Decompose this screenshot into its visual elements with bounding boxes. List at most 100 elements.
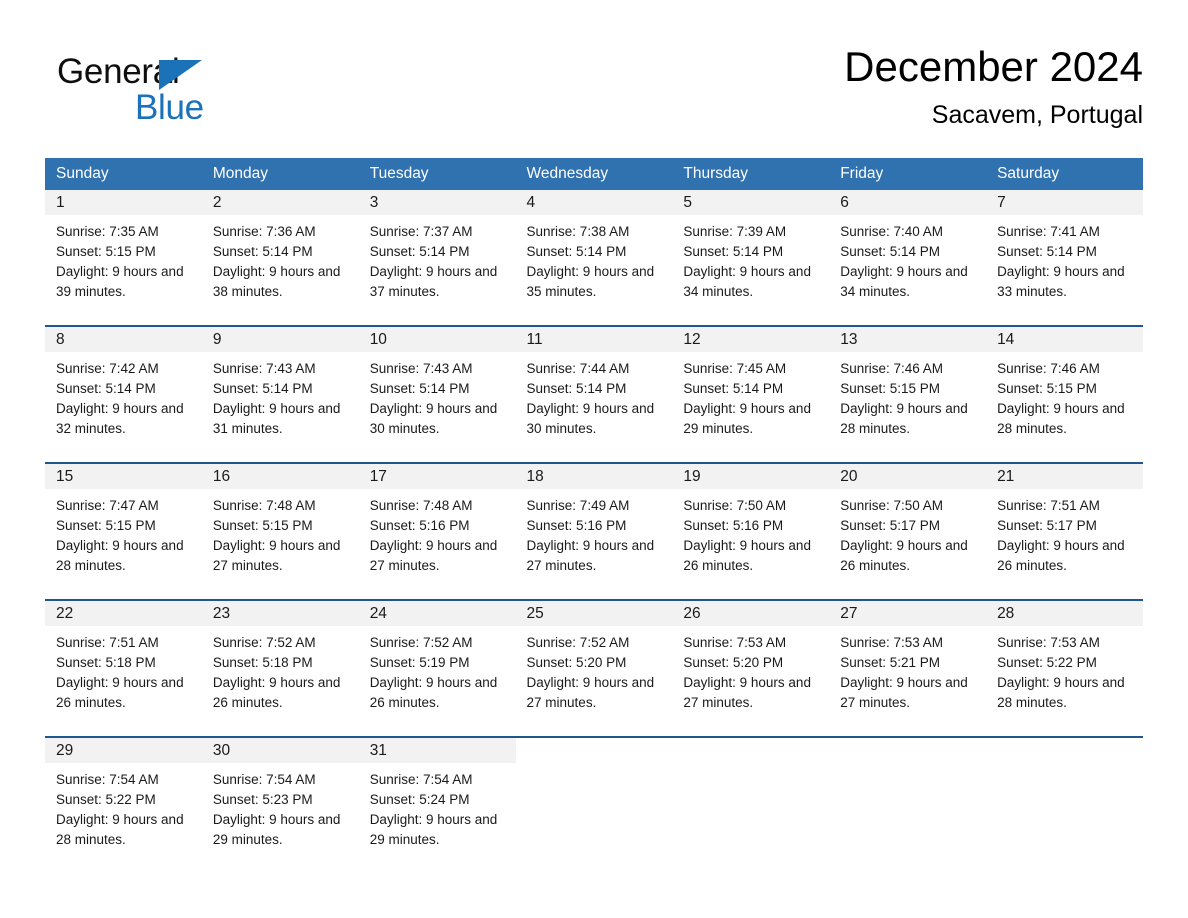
- day-cell-content[interactable]: 3 Sunrise: 7:37 AM Sunset: 5:14 PM Daylight…: [358, 190, 516, 325]
- day-cell-content[interactable]: 28 Sunrise: 7:53 AM Sunset: 5:22 PM Dayligh…: [986, 601, 1143, 736]
- sunrise-text: Sunrise: 7:53 AM: [683, 635, 787, 650]
- day-details: Sunrise: 7:47 AM Sunset: 5:15 PM Daylight:…: [45, 489, 202, 576]
- sunrise-text: Sunrise: 7:36 AM: [212, 224, 316, 239]
- calendar-body: 1 Sunrise: 7:35 AM Sunset: 5:15 PM Daylight…: [45, 190, 1143, 868]
- daylight-text: Daylight: 9 hours and 33 minutes.: [997, 264, 1125, 299]
- day-number: 23: [201, 601, 359, 626]
- calendar-day-cell: [672, 736, 830, 868]
- logo-text-blue: Blue: [135, 88, 204, 127]
- day-cell-content[interactable]: 6 Sunrise: 7:40 AM Sunset: 5:14 PM Daylight…: [829, 190, 987, 325]
- sunset-text: Sunset: 5:18 PM: [56, 655, 156, 670]
- day-cell-content[interactable]: 15 Sunrise: 7:47 AM Sunset: 5:15 PM Dayligh…: [45, 464, 202, 599]
- day-cell-content[interactable]: 30 Sunrise: 7:54 AM Sunset: 5:23 PM Dayligh…: [201, 738, 359, 868]
- day-cell-content[interactable]: 8 Sunrise: 7:42 AM Sunset: 5:14 PM Daylight…: [45, 327, 202, 462]
- day-number: [986, 738, 1143, 763]
- sunset-text: Sunset: 5:19 PM: [369, 655, 470, 670]
- day-number: 10: [358, 327, 516, 352]
- calendar-day-cell: 23 Sunrise: 7:52 AM Sunset: 5:18 PM Dayligh…: [201, 599, 359, 737]
- day-cell-content[interactable]: 29 Sunrise: 7:54 AM Sunset: 5:22 PM Dayligh…: [45, 738, 202, 868]
- sunset-text: Sunset: 5:24 PM: [369, 792, 470, 807]
- day-number: 2: [201, 190, 359, 215]
- calendar-table: Sunday Monday Tuesday Wednesday Thursday…: [45, 158, 1143, 868]
- day-cell-content[interactable]: 20 Sunrise: 7:50 AM Sunset: 5:17 PM Dayligh…: [829, 464, 987, 599]
- calendar-day-cell: 10 Sunrise: 7:43 AM Sunset: 5:14 PM Dayligh…: [358, 325, 516, 463]
- day-cell-content[interactable]: 2 Sunrise: 7:36 AM Sunset: 5:14 PM Daylight…: [201, 190, 359, 325]
- calendar-day-cell: 9 Sunrise: 7:43 AM Sunset: 5:14 PM Daylight…: [201, 325, 359, 463]
- sunrise-text: Sunrise: 7:46 AM: [840, 361, 944, 376]
- calendar-day-cell: 12 Sunrise: 7:45 AM Sunset: 5:14 PM Dayligh…: [672, 325, 830, 463]
- day-number: 22: [45, 601, 202, 626]
- sunrise-text: Sunrise: 7:50 AM: [683, 498, 787, 513]
- day-details: Sunrise: 7:53 AM Sunset: 5:22 PM Daylight:…: [986, 626, 1143, 713]
- sunset-text: Sunset: 5:16 PM: [369, 518, 470, 533]
- sunset-text: Sunset: 5:15 PM: [840, 381, 941, 396]
- day-number: 5: [672, 190, 830, 215]
- day-details: Sunrise: 7:53 AM Sunset: 5:20 PM Daylight:…: [672, 626, 829, 713]
- calendar-day-cell: 20 Sunrise: 7:50 AM Sunset: 5:17 PM Dayligh…: [829, 462, 987, 600]
- sunset-text: Sunset: 5:18 PM: [212, 655, 313, 670]
- day-number: 18: [515, 464, 673, 489]
- day-cell-content[interactable]: 26 Sunrise: 7:53 AM Sunset: 5:20 PM Dayligh…: [672, 601, 830, 736]
- daylight-text: Daylight: 9 hours and 26 minutes.: [997, 538, 1125, 573]
- day-details: Sunrise: 7:42 AM Sunset: 5:14 PM Daylight:…: [45, 352, 202, 439]
- day-cell-content[interactable]: 13 Sunrise: 7:46 AM Sunset: 5:15 PM Dayligh…: [829, 327, 987, 462]
- day-cell-content[interactable]: 7 Sunrise: 7:41 AM Sunset: 5:14 PM Daylight…: [986, 190, 1143, 325]
- day-details: Sunrise: 7:37 AM Sunset: 5:14 PM Daylight:…: [359, 215, 516, 302]
- day-cell-content[interactable]: 21 Sunrise: 7:51 AM Sunset: 5:17 PM Dayligh…: [986, 464, 1143, 599]
- day-cell-content[interactable]: 5 Sunrise: 7:39 AM Sunset: 5:14 PM Daylight…: [672, 190, 830, 325]
- calendar-day-cell: 29 Sunrise: 7:54 AM Sunset: 5:22 PM Dayligh…: [45, 736, 202, 868]
- day-details: Sunrise: 7:50 AM Sunset: 5:16 PM Daylight:…: [672, 489, 829, 576]
- calendar-week-row: 15 Sunrise: 7:47 AM Sunset: 5:15 PM Dayligh…: [45, 462, 1143, 600]
- day-cell-empty: [829, 738, 986, 868]
- sunset-text: Sunset: 5:14 PM: [369, 381, 470, 396]
- day-details: Sunrise: 7:40 AM Sunset: 5:14 PM Daylight:…: [829, 215, 986, 302]
- day-cell-content[interactable]: 1 Sunrise: 7:35 AM Sunset: 5:15 PM Daylight…: [45, 190, 202, 325]
- day-cell-content[interactable]: 22 Sunrise: 7:51 AM Sunset: 5:18 PM Dayligh…: [45, 601, 202, 736]
- sunrise-text: Sunrise: 7:53 AM: [997, 635, 1100, 650]
- calendar-week-row: 22 Sunrise: 7:51 AM Sunset: 5:18 PM Dayligh…: [45, 599, 1143, 737]
- calendar-day-cell: 24 Sunrise: 7:52 AM Sunset: 5:19 PM Dayligh…: [358, 599, 516, 737]
- sunrise-text: Sunrise: 7:50 AM: [840, 498, 944, 513]
- day-details: Sunrise: 7:35 AM Sunset: 5:15 PM Daylight:…: [45, 215, 202, 302]
- day-cell-content[interactable]: 17 Sunrise: 7:48 AM Sunset: 5:16 PM Dayligh…: [358, 464, 516, 599]
- day-cell-content[interactable]: 19 Sunrise: 7:50 AM Sunset: 5:16 PM Dayligh…: [672, 464, 830, 599]
- calendar-day-cell: 2 Sunrise: 7:36 AM Sunset: 5:14 PM Daylight…: [201, 190, 359, 326]
- sunrise-text: Sunrise: 7:38 AM: [526, 224, 630, 239]
- day-cell-content[interactable]: 4 Sunrise: 7:38 AM Sunset: 5:14 PM Daylight…: [515, 190, 673, 325]
- day-details: Sunrise: 7:48 AM Sunset: 5:16 PM Daylight:…: [359, 489, 516, 576]
- calendar-head: Sunday Monday Tuesday Wednesday Thursday…: [45, 158, 1143, 190]
- sunset-text: Sunset: 5:17 PM: [997, 518, 1097, 533]
- day-cell-content[interactable]: 18 Sunrise: 7:49 AM Sunset: 5:16 PM Dayligh…: [515, 464, 673, 599]
- day-number: 4: [515, 190, 673, 215]
- day-details: Sunrise: 7:39 AM Sunset: 5:14 PM Daylight:…: [672, 215, 829, 302]
- day-cell-content[interactable]: 24 Sunrise: 7:52 AM Sunset: 5:19 PM Dayligh…: [358, 601, 516, 736]
- day-cell-content[interactable]: 23 Sunrise: 7:52 AM Sunset: 5:18 PM Dayligh…: [201, 601, 359, 736]
- daylight-text: Daylight: 9 hours and 30 minutes.: [526, 401, 655, 436]
- day-number: 12: [672, 327, 830, 352]
- sunrise-text: Sunrise: 7:52 AM: [526, 635, 630, 650]
- calendar-day-cell: 25 Sunrise: 7:52 AM Sunset: 5:20 PM Dayligh…: [515, 599, 673, 737]
- day-details: Sunrise: 7:51 AM Sunset: 5:17 PM Daylight:…: [986, 489, 1143, 576]
- day-details: Sunrise: 7:54 AM Sunset: 5:22 PM Daylight:…: [45, 763, 202, 850]
- day-details: Sunrise: 7:41 AM Sunset: 5:14 PM Daylight:…: [986, 215, 1143, 302]
- day-cell-content[interactable]: 31 Sunrise: 7:54 AM Sunset: 5:24 PM Dayligh…: [358, 738, 516, 868]
- day-cell-content[interactable]: 9 Sunrise: 7:43 AM Sunset: 5:14 PM Daylight…: [201, 327, 359, 462]
- day-cell-content[interactable]: 10 Sunrise: 7:43 AM Sunset: 5:14 PM Dayligh…: [358, 327, 516, 462]
- sunset-text: Sunset: 5:23 PM: [212, 792, 313, 807]
- sunrise-text: Sunrise: 7:54 AM: [369, 772, 473, 787]
- day-cell-content[interactable]: 14 Sunrise: 7:46 AM Sunset: 5:15 PM Dayligh…: [986, 327, 1143, 462]
- day-number: 16: [201, 464, 359, 489]
- day-number: 9: [201, 327, 359, 352]
- daylight-text: Daylight: 9 hours and 31 minutes.: [212, 401, 341, 436]
- day-cell-content[interactable]: 16 Sunrise: 7:48 AM Sunset: 5:15 PM Dayligh…: [201, 464, 359, 599]
- daylight-text: Daylight: 9 hours and 30 minutes.: [369, 401, 498, 436]
- day-cell-content[interactable]: 27 Sunrise: 7:53 AM Sunset: 5:21 PM Dayligh…: [829, 601, 987, 736]
- day-cell-content[interactable]: 25 Sunrise: 7:52 AM Sunset: 5:20 PM Dayligh…: [515, 601, 673, 736]
- calendar-day-cell: 31 Sunrise: 7:54 AM Sunset: 5:24 PM Dayligh…: [358, 736, 516, 868]
- day-number: 26: [672, 601, 830, 626]
- day-cell-content[interactable]: 12 Sunrise: 7:45 AM Sunset: 5:14 PM Dayligh…: [672, 327, 830, 462]
- calendar-day-cell: 4 Sunrise: 7:38 AM Sunset: 5:14 PM Daylight…: [515, 190, 673, 326]
- day-details: Sunrise: 7:43 AM Sunset: 5:14 PM Daylight:…: [202, 352, 359, 439]
- day-number: 29: [45, 738, 202, 763]
- day-cell-content[interactable]: 11 Sunrise: 7:44 AM Sunset: 5:14 PM Dayligh…: [515, 327, 673, 462]
